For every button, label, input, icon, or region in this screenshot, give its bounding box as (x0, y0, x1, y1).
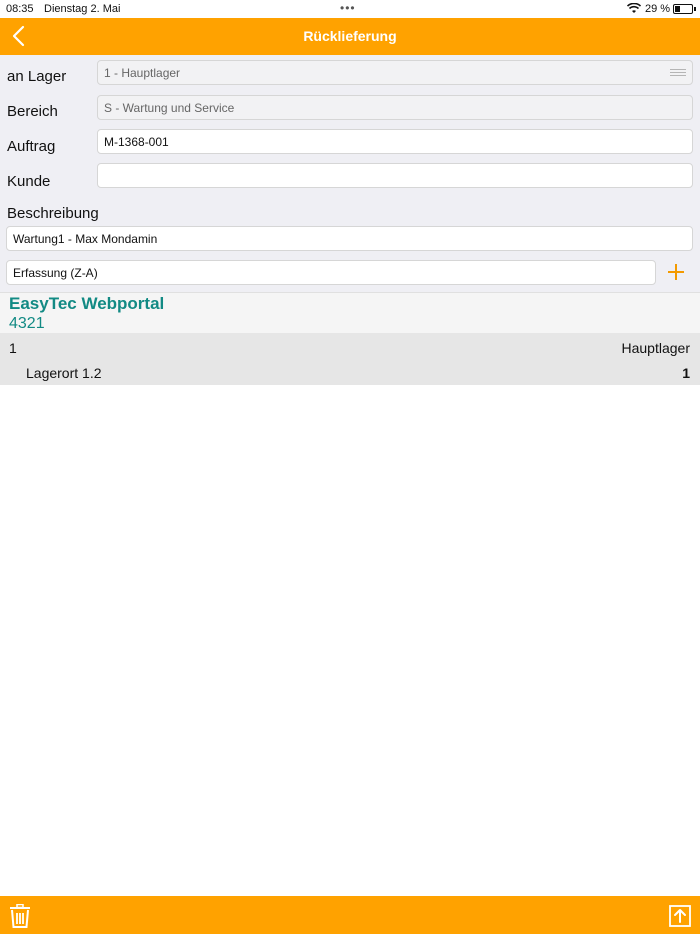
erfassung-value: Erfassung (Z-A) (13, 266, 98, 280)
battery-icon (673, 4, 693, 14)
list-item[interactable]: 1 Hauptlager Lagerort 1.2 1 (0, 333, 700, 385)
lager-label: an Lager (7, 68, 67, 85)
menu-lines-icon (670, 69, 686, 78)
battery-percent: 29 % (645, 3, 671, 15)
section-header: EasyTec Webportal 4321 (0, 292, 700, 333)
battery-tip (694, 7, 696, 11)
plus-icon[interactable] (666, 262, 686, 282)
upload-icon[interactable] (669, 905, 691, 927)
wifi-icon (627, 3, 641, 13)
status-time: 08:35 (6, 3, 34, 15)
beschreibung-label: Beschreibung (7, 205, 99, 222)
section-name: EasyTec Webportal (9, 294, 165, 313)
page-title: Rücklieferung (303, 28, 397, 44)
item-quantity: 1 (682, 365, 690, 381)
kunde-field[interactable] (97, 163, 693, 188)
beschreibung-field[interactable]: Wartung1 - Max Mondamin (6, 226, 693, 251)
bereich-field[interactable]: S - Wartung und Service (97, 95, 693, 120)
lager-select[interactable]: 1 - Hauptlager (97, 60, 693, 85)
section-number: 4321 (9, 315, 45, 332)
status-date: Dienstag 2. Mai (44, 3, 121, 15)
bereich-value: S - Wartung und Service (104, 101, 235, 115)
auftrag-value: M-1368-001 (104, 135, 169, 149)
trash-icon[interactable] (9, 904, 31, 928)
item-lagerort: Lagerort 1.2 (26, 365, 102, 381)
bottom-toolbar (0, 896, 700, 934)
status-bar: 08:35 Dienstag 2. Mai ••• 29 % (0, 0, 700, 18)
kunde-label: Kunde (7, 173, 51, 190)
auftrag-label: Auftrag (7, 138, 56, 155)
lager-value: 1 - Hauptlager (104, 66, 181, 80)
auftrag-field[interactable]: M-1368-001 (97, 129, 693, 154)
erfassung-field[interactable]: Erfassung (Z-A) (6, 260, 656, 285)
item-position: 1 (9, 340, 17, 356)
bereich-label: Bereich (7, 103, 58, 120)
item-lager: Hauptlager (621, 340, 691, 356)
nav-bar: Rücklieferung (0, 18, 700, 55)
beschreibung-value: Wartung1 - Max Mondamin (13, 232, 158, 246)
multitasking-dots[interactable]: ••• (340, 1, 356, 15)
